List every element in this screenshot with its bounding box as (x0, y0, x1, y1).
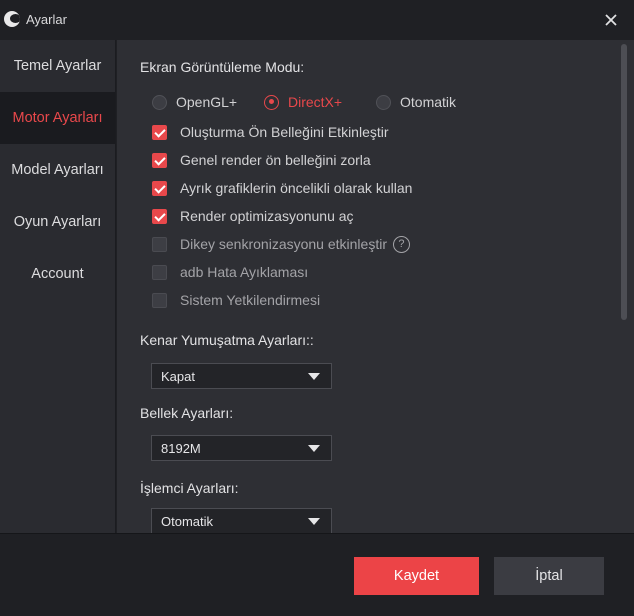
cpu-title: İşlemci Ayarları: (140, 480, 239, 496)
checkbox-vsync[interactable]: Dikey senkronizasyonu etkinleştir ? (152, 235, 410, 253)
title-bar: Ayarlar (0, 0, 634, 40)
checkbox-box (152, 208, 167, 224)
memory-value: 8192M (161, 440, 201, 456)
cpu-select[interactable]: Otomatik (151, 508, 332, 534)
sidebar-item-temel-ayarlar[interactable]: Temel Ayarlar (0, 40, 115, 92)
cancel-button[interactable]: İptal (494, 557, 604, 595)
scrollbar-thumb[interactable] (621, 44, 627, 320)
checkbox-label: Sistem Yetkilendirmesi (180, 292, 321, 308)
antialias-value: Kapat (161, 368, 195, 384)
close-button[interactable] (600, 9, 622, 31)
checkbox-label: adb Hata Ayıklaması (180, 264, 309, 280)
checkbox-render-optimization[interactable]: Render optimizasyonunu aç (152, 207, 354, 225)
save-button[interactable]: Kaydet (354, 557, 479, 595)
radio-directx[interactable]: DirectX+ (264, 94, 342, 110)
chevron-down-icon (308, 518, 320, 525)
checkbox-label: Genel render ön belleğini zorla (180, 152, 371, 168)
radio-label: OpenGL+ (176, 94, 238, 110)
checkbox-adb-debug[interactable]: adb Hata Ayıklaması (152, 263, 308, 281)
help-icon[interactable]: ? (392, 235, 410, 253)
radio-dot (152, 94, 167, 110)
checkbox-label: Oluşturma Ön Belleğini Etkinleştir (180, 124, 389, 140)
checkbox-label: Dikey senkronizasyonu etkinleştir (180, 236, 387, 252)
radio-otomatik[interactable]: Otomatik (376, 94, 456, 110)
checkbox-box (152, 152, 167, 168)
antialias-select[interactable]: Kapat (151, 363, 332, 389)
sidebar-item-oyun-ayarlari[interactable]: Oyun Ayarları (0, 196, 115, 248)
radio-label: DirectX+ (288, 94, 343, 110)
memory-select[interactable]: 8192M (151, 435, 332, 461)
chevron-down-icon (308, 445, 320, 452)
checkbox-label: Ayrık grafiklerin öncelikli olarak kulla… (180, 180, 413, 196)
cpu-value: Otomatik (161, 513, 214, 529)
checkbox-force-render-cache[interactable]: Genel render ön belleğini zorla (152, 151, 371, 169)
radio-dot (376, 94, 391, 110)
radio-label: Otomatik (400, 94, 457, 110)
radio-dot (264, 94, 279, 110)
app-logo-icon (4, 11, 20, 27)
sidebar: Temel Ayarlar Motor Ayarları Model Ayarl… (0, 40, 116, 533)
sidebar-item-motor-ayarlari[interactable]: Motor Ayarları (0, 92, 115, 144)
memory-title: Bellek Ayarları: (140, 405, 234, 421)
sidebar-item-model-ayarlari[interactable]: Model Ayarları (0, 144, 115, 196)
antialias-title: Kenar Yumuşatma Ayarları:: (140, 332, 314, 348)
checkbox-box (152, 124, 167, 140)
checkbox-box (152, 180, 167, 196)
window-title: Ayarlar (26, 12, 67, 27)
sidebar-item-account[interactable]: Account (0, 248, 115, 300)
display-mode-title: Ekran Görüntüleme Modu: (140, 59, 305, 75)
checkbox-box (152, 264, 167, 280)
checkbox-label: Render optimizasyonunu aç (180, 208, 354, 224)
checkbox-render-cache[interactable]: Oluşturma Ön Belleğini Etkinleştir (152, 123, 389, 141)
checkbox-box (152, 236, 167, 252)
close-icon (605, 14, 617, 26)
checkbox-system-authorization[interactable]: Sistem Yetkilendirmesi (152, 291, 320, 309)
checkbox-box (152, 292, 167, 308)
checkbox-discrete-gpu[interactable]: Ayrık grafiklerin öncelikli olarak kulla… (152, 179, 412, 197)
chevron-down-icon (308, 373, 320, 380)
radio-opengl[interactable]: OpenGL+ (152, 94, 237, 110)
